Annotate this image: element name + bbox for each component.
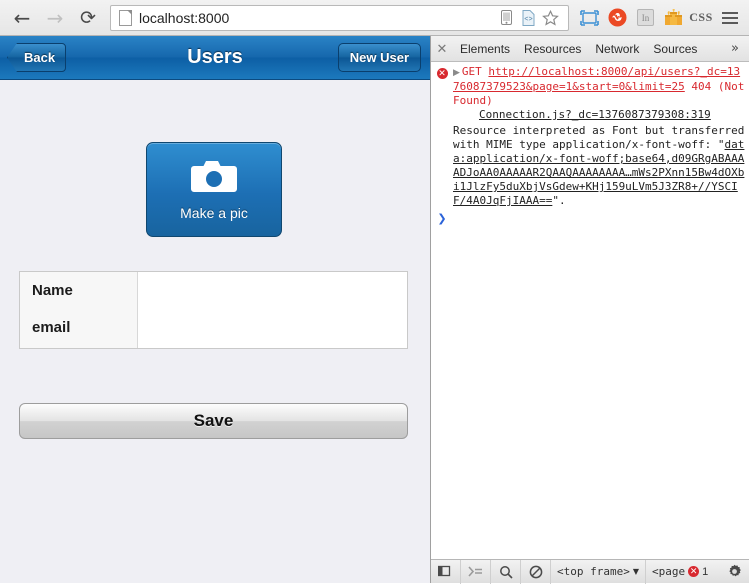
address-bar-url: localhost:8000: [139, 9, 230, 26]
app-header: Back Users New User: [0, 36, 430, 80]
dock-to-right-icon[interactable]: [431, 559, 461, 584]
arrow-right-icon: →: [46, 5, 64, 30]
show-console-icon[interactable]: [461, 559, 491, 584]
extension-toolbar: In CSS: [575, 0, 749, 36]
reload-icon: ⟳: [80, 6, 96, 29]
console-message-body: Resource interpreted as Font but transfe…: [453, 124, 749, 208]
console-input[interactable]: [453, 212, 749, 225]
save-button[interactable]: Save: [19, 403, 408, 439]
close-icon[interactable]: ✕: [431, 41, 453, 57]
view-source-icon[interactable]: <>: [518, 8, 538, 28]
svg-text:<>: <>: [524, 16, 532, 24]
make-a-pic-label: Make a pic: [180, 204, 248, 221]
css-icon-label: CSS: [689, 10, 713, 24]
arrow-left-icon: ←: [13, 5, 31, 30]
devtools-tabbar: ✕ Elements Resources Network Sources »: [431, 36, 749, 62]
console-message-error[interactable]: ✕ ▶ GET http://localhost:8000/api/users?_…: [431, 64, 749, 123]
console-gutter: [431, 124, 453, 208]
error-count-badge: 1: [702, 565, 709, 578]
frame-selector-label: <top frame>: [557, 565, 630, 578]
css-icon[interactable]: CSS: [687, 4, 715, 32]
browser-toolbar: ← → ⟳ localhost:8000 <> In CSS: [0, 0, 749, 36]
svg-text:In: In: [641, 13, 649, 23]
request-method: GET: [461, 65, 482, 78]
console-gutter: ✕: [431, 65, 453, 122]
document-icon: [119, 9, 132, 26]
hamburger-menu-icon[interactable]: [715, 4, 745, 32]
browser-forward-button[interactable]: →: [41, 4, 69, 32]
omnibox-actions: <>: [496, 8, 564, 28]
page-context-label: <page: [652, 565, 686, 578]
form-input-column: [138, 272, 407, 348]
bookmark-star-icon[interactable]: [540, 8, 560, 28]
mime-warning-text: Resource interpreted as Font but transfe…: [453, 124, 745, 151]
address-bar[interactable]: localhost:8000 <>: [110, 4, 569, 31]
tab-resources[interactable]: Resources: [517, 36, 588, 62]
console-message-body: ▶ GET http://localhost:8000/api/users?_dc…: [453, 65, 749, 122]
mime-warning-suffix: ".: [552, 194, 566, 207]
camera-icon: [190, 159, 238, 198]
disclosure-triangle-icon[interactable]: ▶: [453, 68, 460, 78]
tab-sources[interactable]: Sources: [646, 36, 704, 62]
new-user-button[interactable]: New User: [337, 43, 421, 72]
form-label-column: Name email: [20, 272, 138, 348]
new-user-button-label: New User: [349, 50, 409, 65]
error-circle-icon: ✕: [688, 566, 700, 577]
devtools-statusbar: <top frame> ▼ <page ✕ 1: [431, 559, 749, 584]
screen-capture-icon[interactable]: [575, 4, 603, 32]
page-context-selector[interactable]: <page ✕ 1: [646, 560, 712, 584]
make-a-pic-button[interactable]: Make a pic: [146, 142, 282, 237]
gift-boxes-icon[interactable]: [659, 4, 687, 32]
gear-icon[interactable]: [719, 560, 749, 584]
chevron-double-right-icon[interactable]: »: [721, 41, 749, 56]
prompt-arrow-icon: ❯: [437, 212, 447, 225]
console-output: ✕ ▶ GET http://localhost:8000/api/users?_…: [431, 62, 749, 559]
chevron-down-icon: ▼: [632, 567, 640, 576]
mobile-device-icon[interactable]: [496, 8, 516, 28]
browser-back-button[interactable]: ←: [8, 4, 36, 32]
email-input[interactable]: [138, 310, 407, 348]
name-field-label: Name: [32, 282, 73, 299]
frame-selector[interactable]: <top frame> ▼: [551, 559, 647, 584]
stumbleupon-icon[interactable]: [603, 4, 631, 32]
console-source-line: Connection.js?_dc=1376087379308:319: [453, 108, 745, 122]
name-input[interactable]: [138, 272, 407, 310]
tab-elements[interactable]: Elements: [453, 36, 517, 62]
app-body: Make a pic Name email Save: [0, 80, 430, 583]
page-viewport: Back Users New User Make a pic Name emai…: [0, 36, 430, 583]
console-prompt-row[interactable]: ❯: [431, 209, 749, 225]
source-link[interactable]: Connection.js?_dc=1376087379308:319: [479, 108, 711, 121]
user-form: Name email: [19, 271, 408, 349]
save-button-label: Save: [193, 411, 234, 430]
browser-reload-button[interactable]: ⟳: [74, 4, 102, 32]
tab-network[interactable]: Network: [588, 36, 646, 62]
devtools-panel: ✕ Elements Resources Network Sources » ✕…: [430, 36, 749, 584]
clear-console-icon[interactable]: [521, 559, 551, 584]
error-circle-icon: ✕: [436, 68, 448, 79]
search-icon[interactable]: [491, 559, 521, 584]
console-message-warning[interactable]: Resource interpreted as Font but transfe…: [431, 123, 749, 209]
linkedin-icon[interactable]: In: [631, 4, 659, 32]
email-field-label: email: [32, 319, 71, 336]
